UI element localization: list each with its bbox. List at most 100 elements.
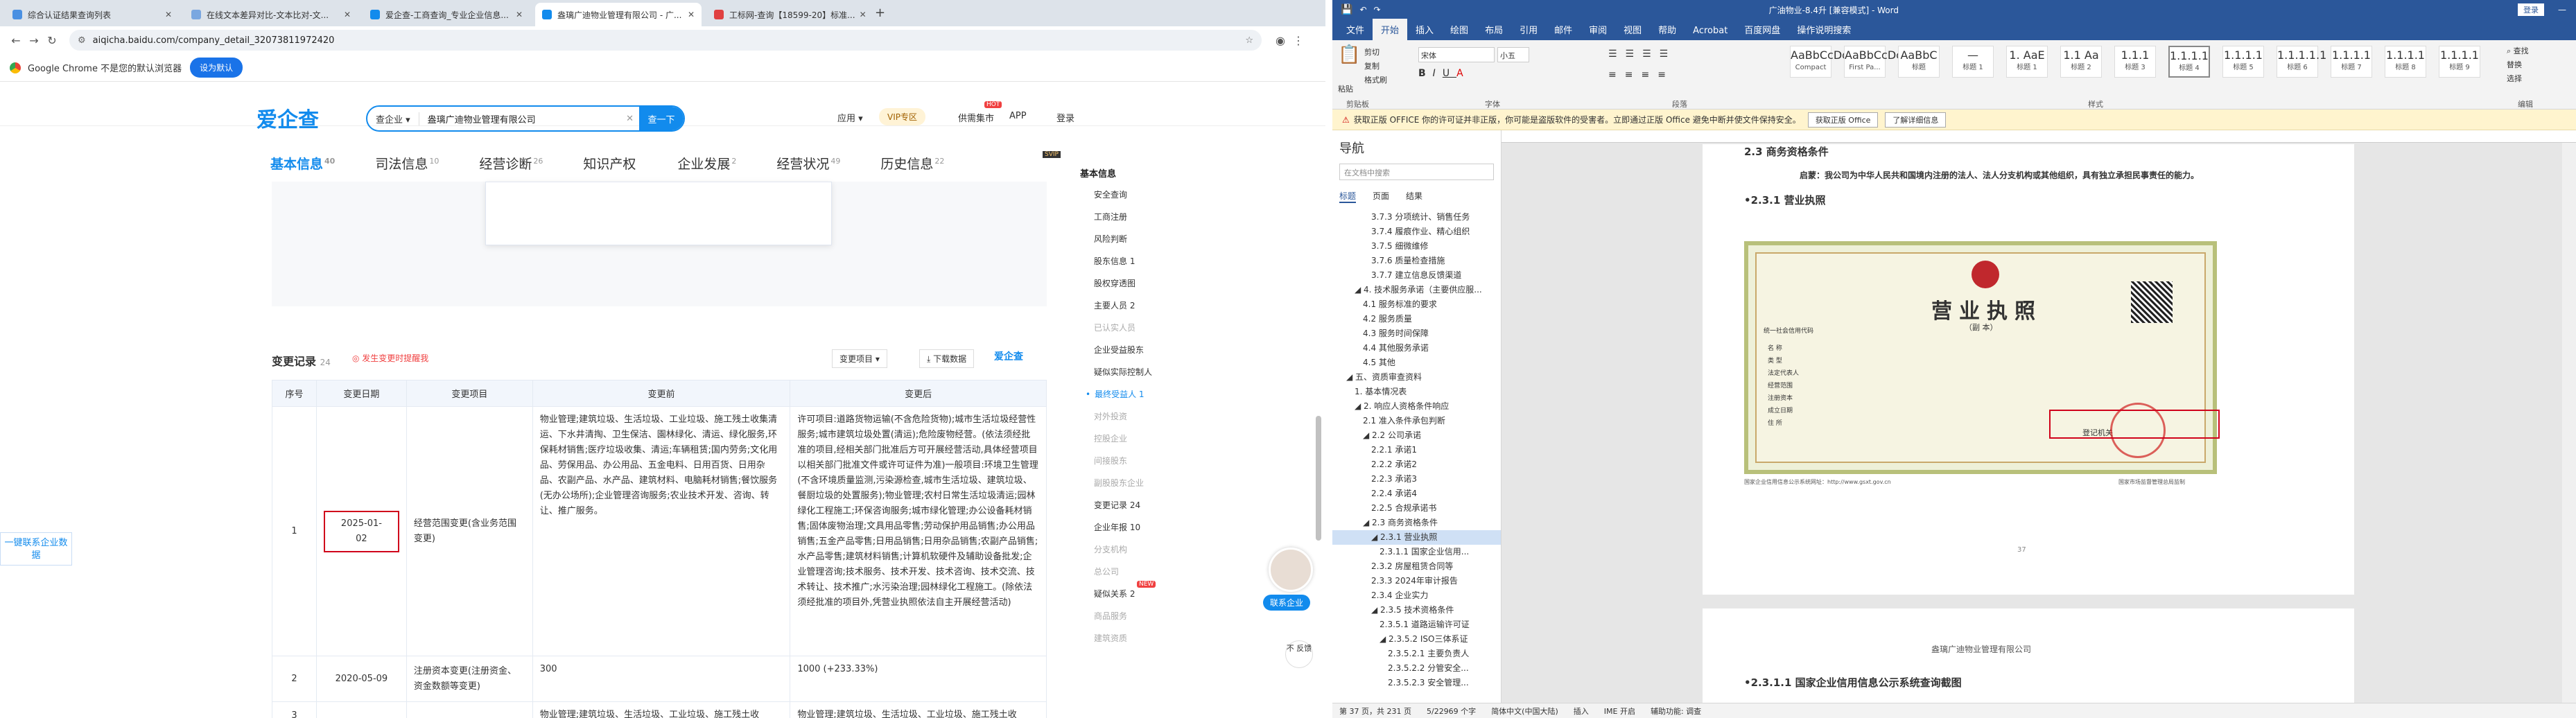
side-nav-item[interactable]: 风险判断 — [1080, 233, 1156, 255]
nav-heading-item[interactable]: 4.5 其他 — [1332, 356, 1501, 370]
nav-heading-item[interactable]: ◢ 2.3 商务资格条件 — [1332, 516, 1501, 530]
nav-login[interactable]: 登录 — [1056, 111, 1074, 124]
nav-heading-item[interactable]: 2.3.3 2024年审计报告 — [1332, 574, 1501, 588]
side-nav-item[interactable]: 分支机构 — [1080, 543, 1156, 566]
nav-heading-item[interactable]: 2.2.1 承诺1 — [1332, 443, 1501, 457]
side-nav-item[interactable]: 股权穿透图 — [1080, 277, 1156, 299]
browser-tab-2[interactable]: 在线文本差异对比-文本比对-文... ✕ — [184, 3, 358, 26]
nav-heading-item[interactable]: 3.7.3 分项统计、销售任务 — [1332, 210, 1501, 225]
tab-operations[interactable]: 经营状况 49 — [776, 154, 840, 182]
feedback-button[interactable]: 不 反馈 — [1285, 640, 1313, 668]
close-tab-icon[interactable]: ✕ — [512, 10, 523, 19]
side-nav-item[interactable]: 安全查询 — [1080, 189, 1156, 211]
document-page-next[interactable]: 盎璃广迪物业管理有限公司 •2.3.1.1 国家企业信用信息公示系统查询截图 — [1703, 608, 2354, 712]
ribbon-tab[interactable]: 视图 — [1615, 19, 1650, 40]
style-item[interactable]: AaBbCcDc First Pa... — [1844, 46, 1902, 78]
side-nav-item[interactable]: 基本信息 — [1080, 166, 1156, 189]
font-format-buttons[interactable]: BIUA — [1418, 68, 1470, 79]
nav-heading-item[interactable]: 3.7.5 细微维修 — [1332, 239, 1501, 254]
side-nav-item[interactable]: 已认实人员 — [1080, 322, 1156, 344]
ribbon-tab[interactable]: 插入 — [1407, 19, 1442, 40]
style-item[interactable]: 1.1.1.1 标题 4 — [2168, 46, 2210, 78]
new-tab-button[interactable]: + — [875, 6, 885, 20]
nav-heading-item[interactable]: 3.7.6 质量检查措施 — [1332, 254, 1501, 268]
side-nav-item[interactable]: 主要人员 2 — [1080, 299, 1156, 322]
side-nav-item[interactable]: 商品服务 — [1080, 610, 1156, 632]
nav-heading-item[interactable]: ◢ 五、资质审查资料 — [1332, 370, 1501, 385]
address-bar[interactable]: ⚙ aiqicha.baidu.com/company_detail_32073… — [69, 30, 1262, 51]
nav-heading-item[interactable]: 2.2.3 承诺3 — [1332, 472, 1501, 487]
side-nav-item[interactable]: 企业受益股东 — [1080, 344, 1156, 366]
nav-heading-item[interactable]: 3.7.7 建立信息反馈渠道 — [1332, 268, 1501, 283]
clear-icon[interactable]: ✕ — [626, 114, 634, 124]
autosave-icon[interactable]: 💾 — [1341, 4, 1352, 15]
ribbon-tab[interactable]: 文件 — [1338, 19, 1373, 40]
side-nav-item[interactable]: 对外投资 — [1080, 410, 1156, 432]
side-nav-item[interactable]: 疑似实际控制人 — [1080, 366, 1156, 388]
paste-label[interactable]: 粘贴 — [1338, 83, 1353, 94]
style-item[interactable]: 1.1 Aa 标题 2 — [2060, 46, 2102, 78]
side-nav-item[interactable]: 变更记录 24 — [1080, 499, 1156, 521]
style-item[interactable]: 1.1.1.1 标题 8 — [2385, 46, 2426, 78]
undo-icon[interactable]: ↶ — [1359, 5, 1366, 15]
ribbon-tab[interactable]: 布局 — [1477, 19, 1511, 40]
nav-heading-item[interactable]: ◢ 2.2 公司承诺 — [1332, 428, 1501, 443]
side-nav-item[interactable]: 控股企业 — [1080, 432, 1156, 455]
nav-heading-item[interactable]: 2.2.4 承诺4 — [1332, 487, 1501, 501]
tab-development[interactable]: 企业发展 2 — [677, 154, 736, 182]
nav-apps[interactable]: 应用 ▾ — [837, 111, 863, 124]
word-count[interactable]: 5/22969 个字 — [1427, 706, 1476, 717]
style-item[interactable]: 1. AaE 标题 1 — [2006, 46, 2048, 78]
tab-basic-info[interactable]: 基本信息 40 — [270, 154, 335, 182]
set-default-button[interactable]: 设为默认 — [190, 58, 243, 78]
nav-heading-item[interactable]: 1. 基本情况表 — [1332, 385, 1501, 399]
ribbon-tab[interactable]: Acrobat — [1685, 21, 1736, 40]
change-alert-link[interactable]: ◎ 发生变更时提醒我 — [352, 352, 428, 364]
style-item[interactable]: AaBbC 标题 — [1898, 46, 1940, 78]
ribbon-tab[interactable]: 绘图 — [1442, 19, 1477, 40]
style-item[interactable]: 1.1.1.1.1 标题 6 — [2277, 46, 2326, 78]
nav-heading-item[interactable]: 2.1 准入条件承包判断 — [1332, 414, 1501, 428]
profile-icon[interactable]: ◉ — [1271, 34, 1289, 47]
forward-icon[interactable]: → — [25, 34, 43, 47]
search-input[interactable]: 盎璃广迪物业管理有限公司 — [419, 112, 626, 125]
ribbon-tab[interactable]: 百度网盘 — [1736, 19, 1789, 40]
nav-tab-headings[interactable]: 标题 — [1339, 190, 1357, 203]
tab-history[interactable]: 历史信息 22 — [880, 154, 944, 182]
style-item[interactable]: 1.1.1.1 标题 5 — [2222, 46, 2264, 78]
nav-heading-item[interactable]: ◢ 2. 响应人资格条件响应 — [1332, 399, 1501, 414]
contact-enterprise-float-button[interactable]: 一键联系企业数据 — [0, 532, 72, 566]
bookmark-star-icon[interactable]: ☆ — [1245, 35, 1253, 46]
style-item[interactable]: 1.1.1.1 标题 7 — [2331, 46, 2372, 78]
format-painter-button[interactable]: 格式刷 — [1364, 73, 1387, 87]
learn-more-button[interactable]: 了解详细信息 — [1885, 112, 1947, 128]
paste-icon[interactable]: 📋 — [1338, 44, 1360, 83]
side-nav-item[interactable]: 建筑资质 — [1080, 632, 1156, 654]
nav-heading-item[interactable]: 4.2 服务质量 — [1332, 312, 1501, 326]
style-item[interactable]: AaBbCcDd Compact — [1790, 46, 1849, 78]
insert-mode[interactable]: 插入 — [1574, 706, 1589, 717]
ribbon-tab[interactable]: 审阅 — [1581, 19, 1615, 40]
ribbon-tab[interactable]: 帮助 — [1650, 19, 1685, 40]
style-item[interactable]: — 标题 1 — [1952, 46, 1994, 78]
browser-tab-5[interactable]: 工标网-查询【18599-20】标准... ✕ — [707, 3, 867, 26]
doc-search-input[interactable]: 在文档中搜索 — [1339, 164, 1494, 180]
font-size-select[interactable]: 小五 — [1497, 47, 1529, 62]
nav-heading-item[interactable]: 2.3.2 房屋租赁合同等 — [1332, 559, 1501, 574]
tab-diagnosis[interactable]: 经营诊断 26 — [479, 154, 543, 182]
align-buttons[interactable]: ≡≡≡≡ — [1608, 69, 1674, 80]
page-scrollbar[interactable] — [1316, 416, 1321, 541]
nav-heading-item[interactable]: 2.2.2 承诺2 — [1332, 457, 1501, 472]
download-button[interactable]: ⤓ 下载数据 — [919, 349, 975, 368]
contact-enterprise-label[interactable]: 联系企业 — [1263, 595, 1311, 611]
side-nav-item[interactable]: 股东信息 1 — [1080, 255, 1156, 277]
page-count[interactable]: 第 37 页，共 231 页 — [1339, 706, 1411, 717]
redo-icon[interactable]: ↷ — [1374, 5, 1381, 15]
menu-kebab-icon[interactable]: ⋮ — [1289, 34, 1307, 47]
side-nav-item[interactable]: 企业年报 10 — [1080, 521, 1156, 543]
nav-heading-item[interactable]: ◢ 2.3.5.2 ISO三体系证 — [1332, 632, 1501, 647]
close-tab-icon[interactable]: ✕ — [855, 10, 867, 19]
search-type-select[interactable]: 查企业 ▾ — [367, 112, 419, 125]
nav-heading-item[interactable]: 4.1 服务标准的要求 — [1332, 297, 1501, 312]
select-button[interactable]: 选择 — [2507, 72, 2529, 86]
